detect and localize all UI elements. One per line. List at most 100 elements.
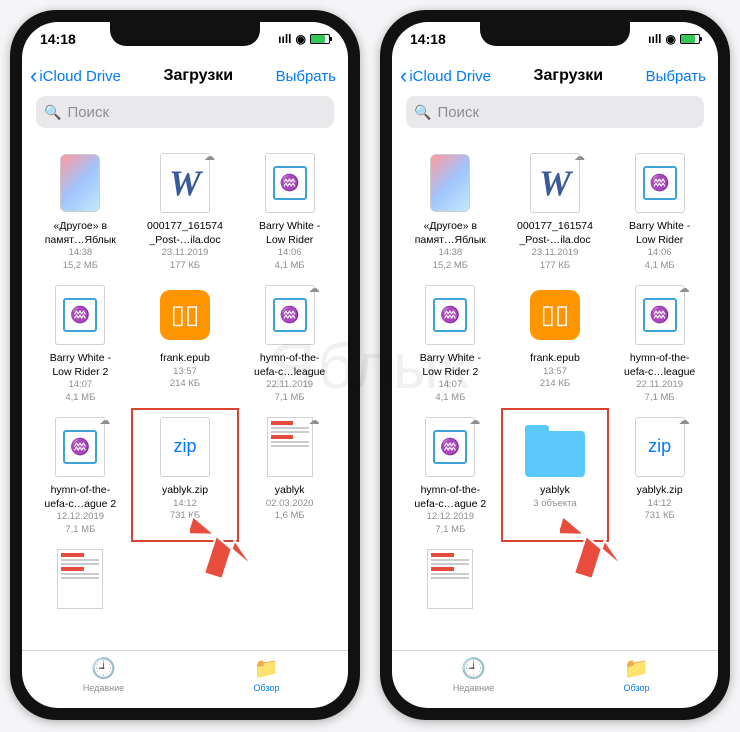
- file-name-2: uefa-c…ague 2: [400, 498, 501, 512]
- tab-browse-label: Обзор: [254, 683, 280, 693]
- select-button[interactable]: Выбрать: [276, 68, 340, 85]
- file-item[interactable]: yablyk 3 объекта: [501, 408, 610, 542]
- file-item[interactable]: [28, 542, 133, 620]
- tab-browse-label: Обзор: [624, 683, 650, 693]
- file-date: 02.03.2020: [266, 498, 314, 510]
- file-date: 14:12: [173, 498, 197, 510]
- tab-bar: 🕘 Недавние 📁 Обзор: [392, 650, 718, 708]
- file-item[interactable]: ♒ Barry White - Low Rider 2 14:07 4,1 МБ: [28, 278, 133, 408]
- file-date: 13:57: [543, 366, 567, 378]
- file-item[interactable]: ♒ Barry White - Low Rider 14:06 4,1 МБ: [237, 146, 342, 276]
- file-thumbnail: ♒: [50, 282, 110, 348]
- file-item[interactable]: ☁︎zip yablyk.zip 14:12 731 КБ: [607, 410, 712, 540]
- file-name-2: Low Rider: [239, 234, 340, 248]
- file-size: 177 КБ: [540, 260, 570, 272]
- file-thumbnail: [420, 546, 480, 612]
- file-thumbnail: ▯▯: [155, 282, 215, 348]
- select-button[interactable]: Выбрать: [646, 68, 710, 85]
- file-date: 12.12.2019: [427, 511, 475, 523]
- file-name-2: uefa-c…league: [609, 366, 710, 380]
- search-input[interactable]: 🔍 Поиск: [406, 96, 704, 128]
- file-thumbnail: ☁︎: [260, 414, 320, 480]
- file-size: 4,1 МБ: [275, 260, 305, 272]
- file-item[interactable]: [398, 542, 503, 620]
- file-name-2: uefa-c…ague 2: [30, 498, 131, 512]
- file-thumbnail: [420, 150, 480, 216]
- file-thumbnail: [525, 414, 585, 480]
- file-date: 23.11.2019: [162, 247, 209, 259]
- cloud-download-icon: ☁︎: [309, 414, 320, 427]
- search-placeholder: Поиск: [67, 104, 109, 121]
- file-size: 4,1 МБ: [65, 392, 95, 404]
- file-item[interactable]: «Другое» в памят…Яблык 14:38 15,2 МБ: [28, 146, 133, 276]
- search-input[interactable]: 🔍 Поиск: [36, 96, 334, 128]
- file-name: hymn-of-the-: [609, 352, 710, 366]
- file-size: 731 КБ: [645, 510, 675, 522]
- file-item[interactable]: ♒ Barry White - Low Rider 2 14:07 4,1 МБ: [398, 278, 503, 408]
- tab-recent[interactable]: 🕘 Недавние: [392, 651, 555, 698]
- file-date: 23.11.2019: [532, 247, 579, 259]
- file-size: 7,1 МБ: [645, 392, 675, 404]
- file-date: 13:57: [173, 366, 197, 378]
- file-thumbnail: ☁︎zip: [630, 414, 690, 480]
- file-name: Barry White -: [400, 352, 501, 366]
- clock-icon: 🕘: [91, 656, 116, 681]
- file-thumbnail: [50, 546, 110, 612]
- file-item[interactable]: ☁︎ yablyk 02.03.2020 1,6 МБ: [237, 410, 342, 540]
- file-date: 14:12: [648, 498, 672, 510]
- cloud-download-icon: ☁︎: [469, 414, 480, 427]
- nav-bar: ‹ iCloud Drive Загрузки Выбрать: [392, 56, 718, 96]
- file-name-2: _Post-…ila.doc: [135, 234, 236, 248]
- file-item[interactable]: ☁︎♒ hymn-of-the- uefa-c…league 22.11.201…: [607, 278, 712, 408]
- cloud-download-icon: ☁︎: [679, 282, 690, 295]
- search-icon: 🔍: [414, 104, 431, 121]
- file-item[interactable]: ▯▯ frank.epub 13:57 214 КБ: [133, 278, 238, 408]
- back-button[interactable]: ‹ iCloud Drive: [400, 63, 491, 89]
- battery-icon: [310, 34, 330, 44]
- file-name: hymn-of-the-: [400, 484, 501, 498]
- notch: [480, 22, 630, 46]
- file-size: 214 КБ: [170, 378, 200, 390]
- file-thumbnail: ☁︎W: [155, 150, 215, 216]
- file-date: 14:07: [438, 379, 462, 391]
- cloud-download-icon: ☁︎: [574, 150, 585, 163]
- nav-bar: ‹ iCloud Drive Загрузки Выбрать: [22, 56, 348, 96]
- file-date: 3 объекта: [533, 498, 576, 510]
- file-name-2: памят…Яблык: [400, 234, 501, 248]
- file-name: 000177_161574: [135, 220, 236, 234]
- file-size: 4,1 МБ: [645, 260, 675, 272]
- tab-recent[interactable]: 🕘 Недавние: [22, 651, 185, 698]
- file-item[interactable]: ☁︎W 000177_161574 _Post-…ila.doc 23.11.2…: [503, 146, 608, 276]
- notch: [110, 22, 260, 46]
- file-thumbnail: ☁︎W: [525, 150, 585, 216]
- file-item[interactable]: ♒ Barry White - Low Rider 14:06 4,1 МБ: [607, 146, 712, 276]
- file-item[interactable]: ▯▯ frank.epub 13:57 214 КБ: [503, 278, 608, 408]
- cloud-download-icon: ☁︎: [99, 414, 110, 427]
- file-name: hymn-of-the-: [30, 484, 131, 498]
- file-date: 14:06: [648, 247, 672, 259]
- back-button[interactable]: ‹ iCloud Drive: [30, 63, 121, 89]
- file-date: 14:38: [438, 247, 462, 259]
- file-name: yablyk: [239, 484, 340, 498]
- file-item[interactable]: zip yablyk.zip 14:12 731 КБ: [131, 408, 240, 542]
- file-date: 12.12.2019: [57, 511, 105, 523]
- tab-browse[interactable]: 📁 Обзор: [185, 651, 348, 698]
- tab-browse[interactable]: 📁 Обзор: [555, 651, 718, 698]
- file-thumbnail: ☁︎♒: [260, 282, 320, 348]
- file-item[interactable]: ☁︎W 000177_161574 _Post-…ila.doc 23.11.2…: [133, 146, 238, 276]
- file-date: 14:38: [68, 247, 92, 259]
- file-item[interactable]: ☁︎♒ hymn-of-the- uefa-c…ague 2 12.12.201…: [398, 410, 503, 540]
- nav-title: Загрузки: [163, 67, 233, 85]
- file-item[interactable]: «Другое» в памят…Яблык 14:38 15,2 МБ: [398, 146, 503, 276]
- file-size: 731 КБ: [170, 510, 200, 522]
- file-item[interactable]: ☁︎♒ hymn-of-the- uefa-c…ague 2 12.12.201…: [28, 410, 133, 540]
- file-item[interactable]: ☁︎♒ hymn-of-the- uefa-c…league 22.11.201…: [237, 278, 342, 408]
- cloud-download-icon: ☁︎: [679, 414, 690, 427]
- search-placeholder: Поиск: [437, 104, 479, 121]
- file-name: «Другое» в: [400, 220, 501, 234]
- file-name: Barry White -: [30, 352, 131, 366]
- file-name: «Другое» в: [30, 220, 131, 234]
- file-thumbnail: ♒: [420, 282, 480, 348]
- back-label: iCloud Drive: [409, 68, 491, 85]
- file-name: frank.epub: [135, 352, 236, 366]
